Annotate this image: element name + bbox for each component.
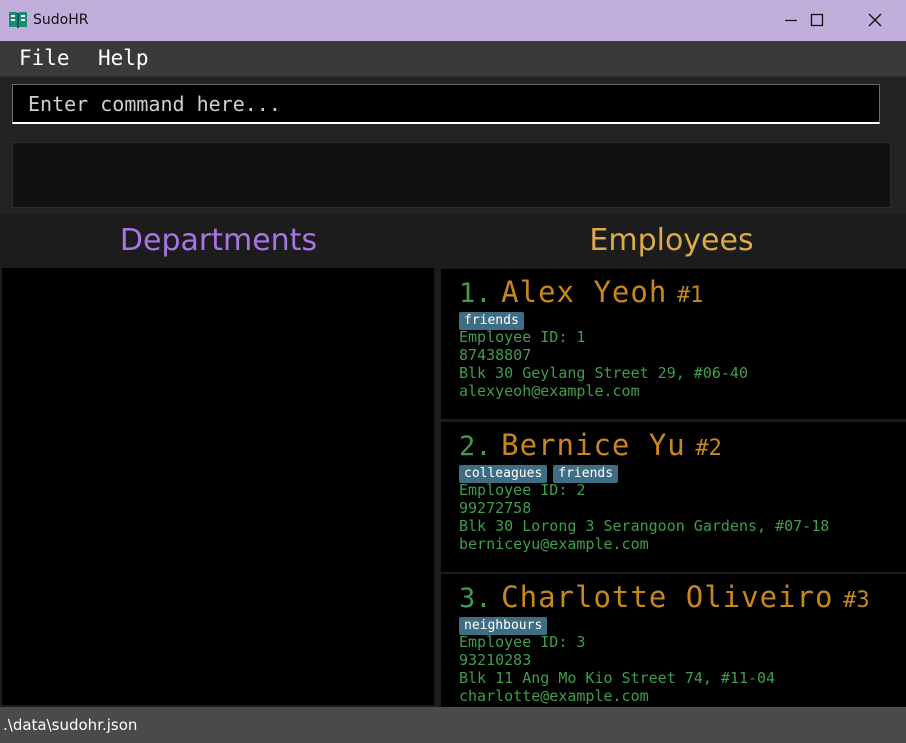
- employee-phone: 93210283: [459, 651, 532, 669]
- menu-help[interactable]: Help: [98, 46, 149, 70]
- employee-address: Blk 11 Ang Mo Kio Street 74, #11-04: [459, 669, 776, 687]
- employee-name: Bernice Yu: [501, 428, 686, 462]
- employee-address: Blk 30 Lorong 3 Serangoon Gardens, #07-1…: [459, 517, 830, 535]
- tag-list: friends: [459, 309, 530, 330]
- employee-list[interactable]: 1. Alex Yeoh #1 friends Employee ID: 1 8…: [441, 269, 906, 707]
- employee-email: alexyeoh@example.com: [459, 382, 640, 400]
- employee-id-badge: #2: [695, 436, 722, 461]
- department-list[interactable]: [2, 268, 434, 705]
- window-title: SudoHR: [33, 12, 89, 28]
- employee-name: Alex Yeoh: [501, 275, 668, 309]
- employee-phone: 99272758: [459, 499, 532, 517]
- employee-index: 1.: [459, 278, 492, 309]
- employee-email: charlotte@example.com: [459, 687, 649, 705]
- employee-id: Employee ID: 2: [459, 481, 586, 499]
- menu-file[interactable]: File: [19, 46, 70, 70]
- employee-name-row: 3. Charlotte Oliveiro #3: [459, 580, 870, 614]
- status-bar: .\data\sudohr.json: [0, 707, 906, 743]
- employee-index: 2.: [459, 431, 492, 462]
- tag-list: neighbours: [459, 614, 553, 635]
- save-location: .\data\sudohr.json: [3, 716, 138, 734]
- employee-card[interactable]: 2. Bernice Yu #2 colleagues friends Emplo…: [441, 422, 906, 572]
- employees-header: Employees: [589, 223, 754, 258]
- employee-id: Employee ID: 1: [459, 328, 586, 346]
- book-icon: [8, 10, 28, 30]
- employee-id-badge: #1: [676, 283, 704, 308]
- command-input[interactable]: [12, 84, 880, 124]
- maximize-button[interactable]: [794, 0, 840, 41]
- employee-name-row: 1. Alex Yeoh #1: [459, 275, 703, 309]
- close-button[interactable]: [852, 0, 898, 41]
- employee-card[interactable]: 1. Alex Yeoh #1 friends Employee ID: 1 8…: [441, 269, 906, 419]
- title-bar: SudoHR: [0, 0, 906, 41]
- employee-name: Charlotte Oliveiro: [501, 580, 834, 614]
- departments-header: Departments: [119, 223, 318, 258]
- employee-id: Employee ID: 3: [459, 633, 586, 651]
- employees-panel: Employees 1. Alex Yeoh #1 friends Employ…: [437, 215, 906, 707]
- departments-panel: Departments: [0, 215, 437, 707]
- employee-index: 3.: [459, 583, 492, 614]
- employee-id-badge: #3: [843, 588, 870, 613]
- menu-bar: File Help: [0, 41, 906, 77]
- result-display: [12, 142, 891, 208]
- employee-address: Blk 30 Geylang Street 29, #06-40: [459, 364, 748, 382]
- employee-name-row: 2. Bernice Yu #2: [459, 428, 722, 462]
- command-box: [0, 77, 906, 133]
- result-display-area: [0, 133, 906, 213]
- employee-card[interactable]: 3. Charlotte Oliveiro #3 neighbours Empl…: [441, 574, 906, 707]
- employee-phone: 87438807: [459, 346, 532, 364]
- tag-list: colleagues friends: [459, 462, 624, 483]
- employee-email: berniceyu@example.com: [459, 535, 649, 553]
